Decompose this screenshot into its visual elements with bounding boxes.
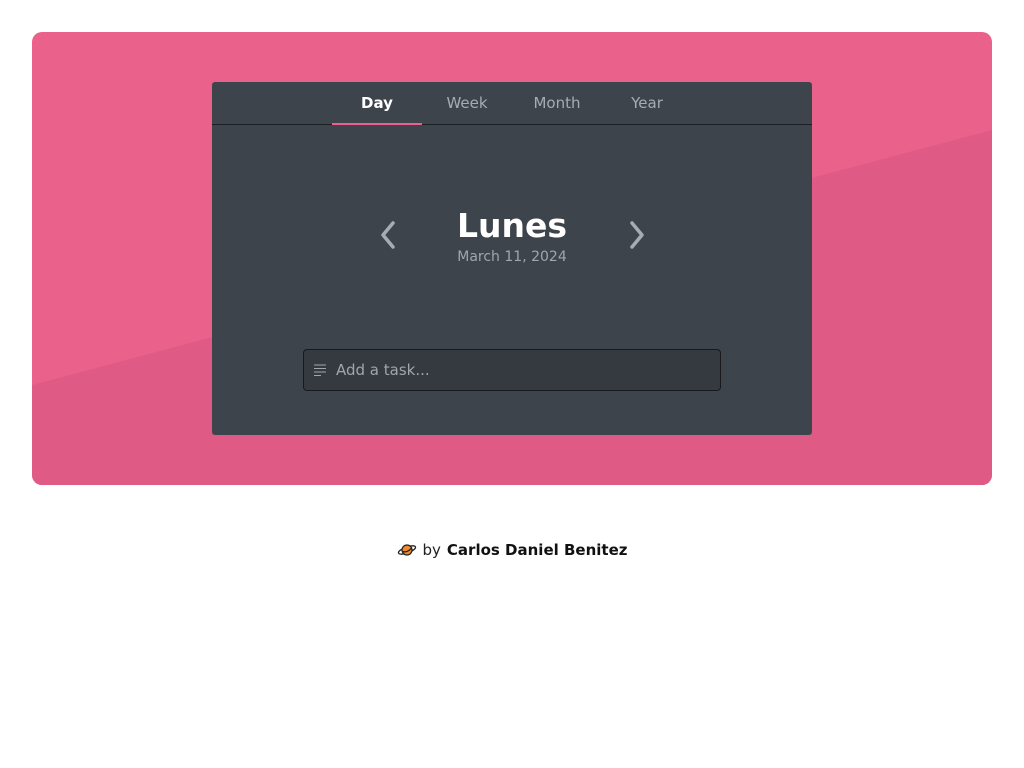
next-day-button[interactable] (625, 216, 649, 254)
author-link[interactable]: Carlos Daniel Benitez (447, 538, 628, 562)
tab-month[interactable]: Month (512, 82, 602, 124)
chevron-right-icon (630, 221, 644, 249)
tab-week[interactable]: Week (422, 82, 512, 124)
footer-by-text: by (422, 541, 441, 559)
view-tabs: Day Week Month Year (212, 82, 812, 125)
footer: by Carlos Daniel Benitez (0, 538, 1024, 562)
hero-banner: Day Week Month Year Lunes March 11, 2024 (32, 32, 992, 485)
day-date: March 11, 2024 (457, 249, 567, 265)
footer-credit: by Carlos Daniel Benitez (397, 538, 628, 562)
day-title: Lunes (456, 206, 568, 245)
calendar-card: Day Week Month Year Lunes March 11, 2024 (212, 82, 812, 435)
tab-year[interactable]: Year (602, 82, 692, 124)
text-lines-icon (314, 364, 326, 376)
task-input-container (303, 349, 721, 391)
add-task-input[interactable] (336, 350, 712, 390)
planet-icon (397, 544, 416, 556)
tab-day[interactable]: Day (332, 82, 422, 125)
